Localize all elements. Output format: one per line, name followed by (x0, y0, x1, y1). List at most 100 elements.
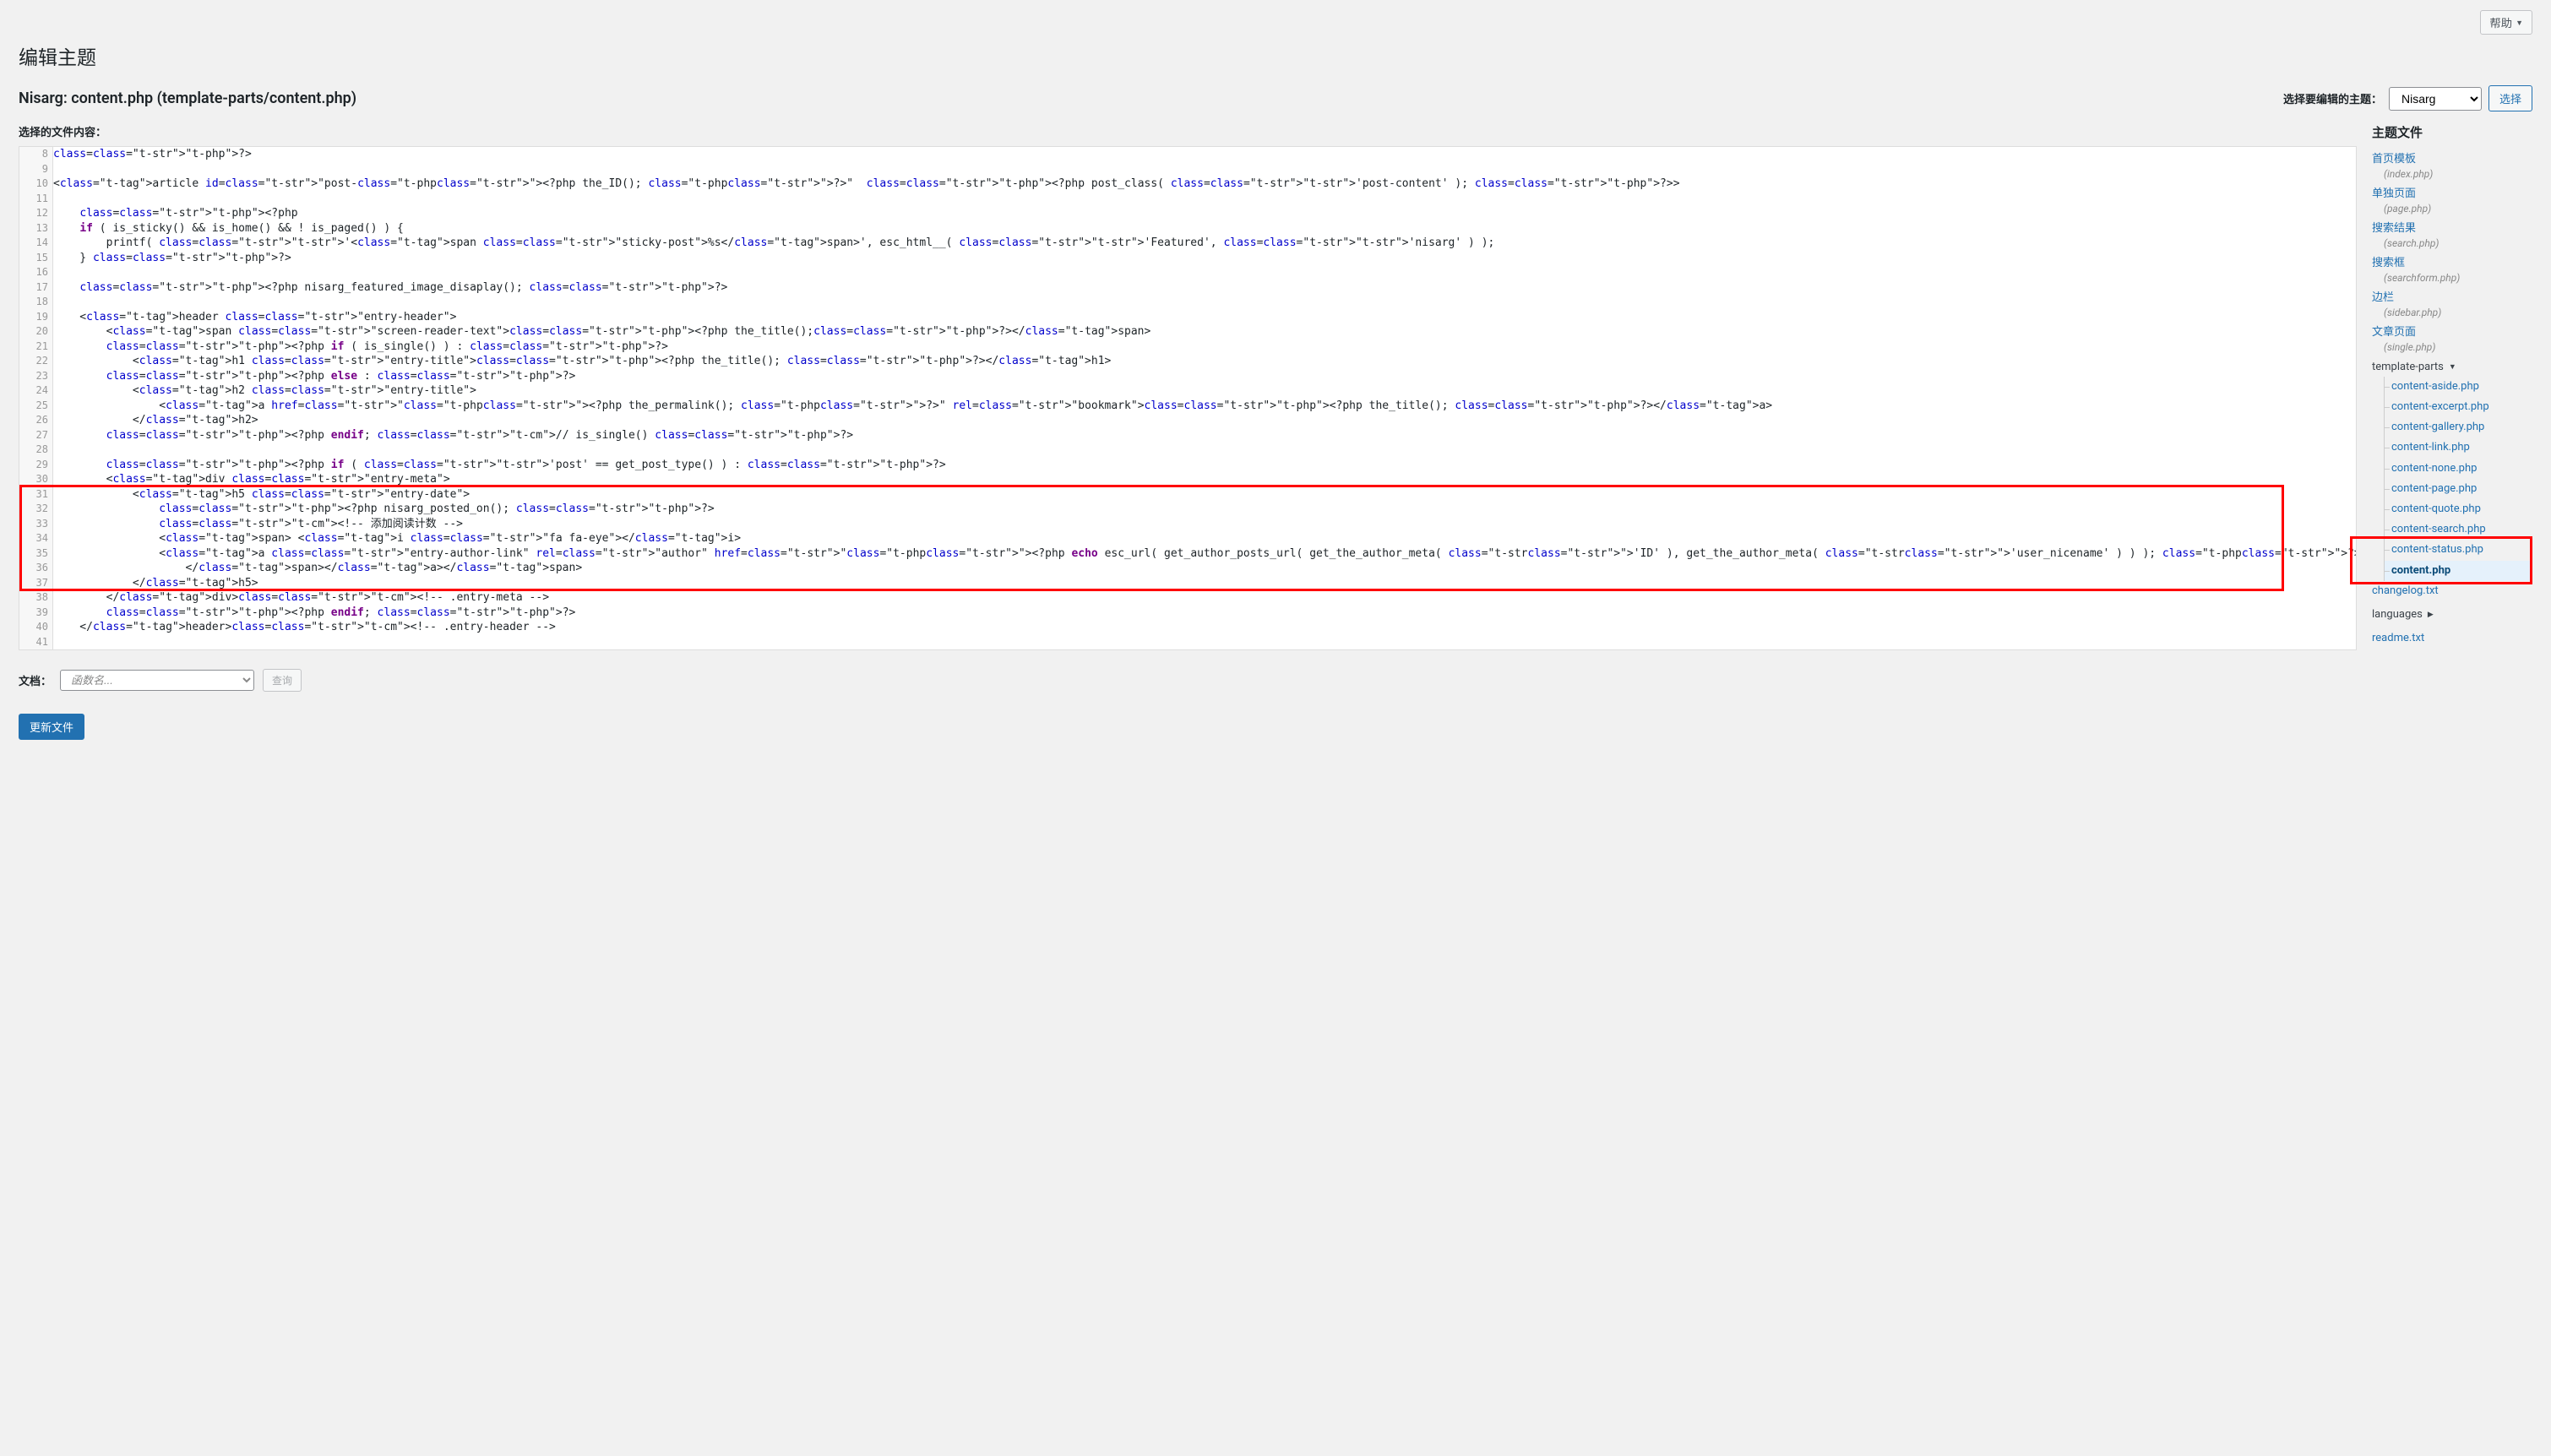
line-number: 10 (19, 177, 48, 192)
line-number: 24 (19, 383, 48, 399)
code-editor[interactable]: 8class=class="t-str">"t-php">?>9 10<clas… (19, 146, 2357, 650)
code-line[interactable]: 16 (53, 265, 2356, 280)
query-button[interactable]: 查询 (263, 669, 302, 692)
file-link[interactable]: 搜索框 (2372, 257, 2405, 269)
line-number: 33 (19, 517, 48, 532)
line-number: 11 (19, 192, 48, 207)
code-line[interactable]: 9 (53, 162, 2356, 177)
file-sublabel: (page.php) (2384, 202, 2532, 216)
file-link[interactable]: content-gallery.php (2391, 421, 2484, 433)
file-link[interactable]: content-page.php (2391, 482, 2477, 495)
file-link[interactable]: 文章页面 (2372, 326, 2416, 339)
page-title: 编辑主题 (19, 41, 2532, 70)
code-line[interactable]: 24 <class="t-tag">h2 class=class="t-str"… (53, 383, 2356, 399)
code-line[interactable]: 8class=class="t-str">"t-php">?> (53, 147, 2356, 162)
code-line[interactable]: 39 class=class="t-str">"t-php"><?php end… (53, 606, 2356, 621)
line-number: 39 (19, 606, 48, 621)
code-line[interactable]: 29 class=class="t-str">"t-php"><?php if … (53, 458, 2356, 473)
code-line[interactable]: 19 <class="t-tag">header class=class="t-… (53, 310, 2356, 325)
theme-select-label: 选择要编辑的主题： (2283, 90, 2382, 106)
code-line[interactable]: 30 <class="t-tag">div class=class="t-str… (53, 472, 2356, 487)
file-link[interactable]: content-link.php (2391, 441, 2470, 454)
update-file-button[interactable]: 更新文件 (19, 714, 84, 740)
code-line[interactable]: 17 class=class="t-str">"t-php"><?php nis… (53, 280, 2356, 296)
code-line[interactable]: 11 (53, 192, 2356, 207)
file-link[interactable]: 首页模板 (2372, 153, 2416, 166)
file-link[interactable]: changelog.txt (2372, 584, 2439, 597)
line-number: 30 (19, 472, 48, 487)
code-line[interactable]: 15 } class=class="t-str">"t-php">?> (53, 251, 2356, 266)
file-sublabel: (single.php) (2384, 340, 2532, 355)
file-link[interactable]: content-quote.php (2391, 503, 2481, 515)
folder-template-parts[interactable]: template-parts (2372, 357, 2456, 377)
file-link[interactable]: content-status.php (2391, 543, 2483, 556)
line-number: 19 (19, 310, 48, 325)
code-line[interactable]: 34 <class="t-tag">span> <class="t-tag">i… (53, 531, 2356, 546)
code-line[interactable]: 20 <class="t-tag">span class=class="t-st… (53, 324, 2356, 340)
file-link[interactable]: content-none.php (2391, 462, 2477, 475)
code-content: <class="t-tag">h5 class=class="t-str">"e… (53, 487, 470, 503)
file-item: 单独页面 (page.php) (2372, 184, 2532, 219)
code-line[interactable]: 32 class=class="t-str">"t-php"><?php nis… (53, 502, 2356, 517)
sidebar-title: 主题文件 (2372, 123, 2532, 141)
code-line[interactable]: 23 class=class="t-str">"t-php"><?php els… (53, 369, 2356, 384)
code-line[interactable]: 31 <class="t-tag">h5 class=class="t-str"… (53, 487, 2356, 503)
code-line[interactable]: 35 <class="t-tag">a class=class="t-str">… (53, 546, 2356, 562)
code-content (53, 162, 60, 177)
doc-label: 文档： (19, 672, 52, 688)
help-button[interactable]: 帮助 ▼ (2480, 10, 2532, 35)
code-content: if ( is_sticky() && is_home() && ! is_pa… (53, 221, 404, 236)
code-line[interactable]: 18 (53, 295, 2356, 310)
code-line[interactable]: 26 </class="t-tag">h2> (53, 413, 2356, 428)
file-link[interactable]: 单独页面 (2372, 187, 2416, 200)
file-link[interactable]: readme.txt (2372, 632, 2424, 644)
code-content: </class="t-tag">h5> (53, 576, 258, 591)
select-button[interactable]: 选择 (2488, 85, 2532, 111)
code-line[interactable]: 10<class="t-tag">article id=class="t-str… (53, 177, 2356, 192)
file-link[interactable]: content.php (2391, 564, 2450, 577)
file-link[interactable]: 边栏 (2372, 291, 2394, 304)
code-line[interactable]: 21 class=class="t-str">"t-php"><?php if … (53, 340, 2356, 355)
code-line[interactable]: 12 class=class="t-str">"t-php"><?php (53, 206, 2356, 221)
file-item: 首页模板(index.php) (2372, 149, 2532, 184)
line-number: 22 (19, 354, 48, 369)
code-line[interactable]: 28 (53, 443, 2356, 458)
file-link[interactable]: content-excerpt.php (2391, 400, 2489, 413)
line-number: 25 (19, 399, 48, 414)
file-item: readme.txt (2372, 628, 2532, 649)
code-line[interactable]: 33 class=class="t-str">"t-cm"><!-- 添加阅读计… (53, 517, 2356, 532)
file-item: content-none.php (2385, 459, 2532, 479)
code-line[interactable]: 38 </class="t-tag">div>class=class="t-st… (53, 590, 2356, 606)
file-item: content-excerpt.php (2385, 397, 2532, 417)
function-select[interactable]: 函数名... (60, 670, 254, 691)
file-sublabel: (searchform.php) (2384, 271, 2532, 285)
code-content: class=class="t-str">"t-php"><?php endif;… (53, 606, 575, 621)
line-number: 37 (19, 576, 48, 591)
file-link[interactable]: content-search.php (2391, 523, 2486, 535)
code-line[interactable]: 40 </class="t-tag">header>class=class="t… (53, 620, 2356, 635)
code-line[interactable]: 36 </class="t-tag">span></class="t-tag">… (53, 561, 2356, 576)
folder-languages[interactable]: languages (2372, 604, 2434, 626)
file-sublabel: (search.php) (2384, 236, 2532, 251)
code-content (53, 192, 60, 207)
code-line[interactable]: 41 (53, 635, 2356, 650)
code-line[interactable]: 27 class=class="t-str">"t-php"><?php end… (53, 428, 2356, 443)
code-content: <class="t-tag">span> <class="t-tag">i cl… (53, 531, 741, 546)
code-line[interactable]: 13 if ( is_sticky() && is_home() && ! is… (53, 221, 2356, 236)
line-number: 16 (19, 265, 48, 280)
code-line[interactable]: 25 <class="t-tag">a href=class="t-str">"… (53, 399, 2356, 414)
file-item: content-quote.php (2385, 499, 2532, 519)
code-content (53, 635, 60, 650)
line-number: 21 (19, 340, 48, 355)
theme-select[interactable]: Nisarg (2389, 87, 2482, 111)
code-line[interactable]: 22 <class="t-tag">h1 class=class="t-str"… (53, 354, 2356, 369)
line-number: 13 (19, 221, 48, 236)
code-line[interactable]: 37 </class="t-tag">h5> (53, 576, 2356, 591)
code-content: class=class="t-str">"t-php">?> (53, 147, 252, 162)
file-item: 文章页面(single.php) (2372, 323, 2532, 357)
file-link[interactable]: 搜索结果 (2372, 222, 2416, 235)
code-content: class=class="t-str">"t-php"><?php nisarg… (53, 502, 715, 517)
code-line[interactable]: 14 printf( class=class="t-str">"t-str">'… (53, 236, 2356, 251)
file-link[interactable]: content-aside.php (2391, 380, 2479, 393)
code-content: class=class="t-str">"t-php"><?php if ( i… (53, 340, 668, 355)
